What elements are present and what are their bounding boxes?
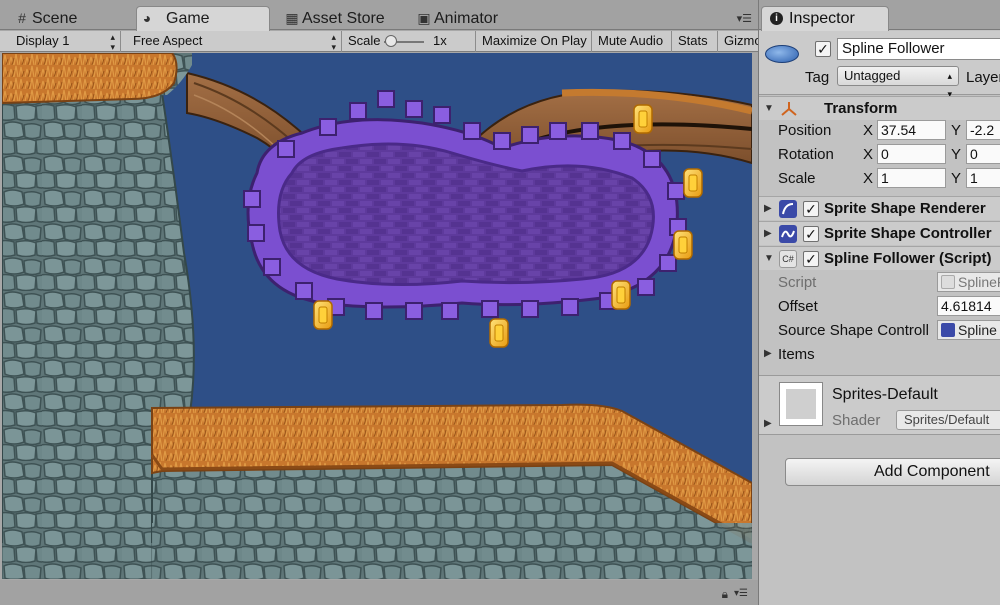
grid-icon: # [18,10,26,26]
info-icon: i [770,12,783,25]
shader-label: Shader [832,412,881,429]
position-x-field[interactable]: 37.54 [877,120,946,140]
expanded-arrow-icon: ▼ [764,253,774,264]
spline-follower-enabled-checkbox[interactable]: ✓ [803,251,819,267]
shader-select[interactable]: Sprites/Default [896,410,1000,430]
collapsed-arrow-icon: ▶ [764,203,772,214]
rotation-y-field[interactable]: 0 [966,144,1000,164]
select-arrows-icon: ▴ ▾ [110,32,115,52]
items-row[interactable]: ▶ Items [759,342,1000,366]
script-row: Script SplineFollower [759,270,1000,294]
scale-y-field[interactable]: 1 [966,168,1000,188]
sprite-shape-controller-icon [779,225,797,243]
source-shape-controller-row: Source Shape Controll Spline [759,318,1000,342]
script-file-icon [941,275,955,289]
sprite-shape-renderer-enabled-checkbox[interactable]: ✓ [803,201,819,217]
maximize-on-play-toggle[interactable]: Maximize On Play [476,31,592,52]
editor-tab-bar: # Scene ◕ Game ▦ Asset Store ▣ Animator … [0,0,758,31]
gameobject-header: ✓ Spline Follower Tag Untagged ▴ ▾ Layer [759,31,1000,99]
csharp-script-icon: C# [779,250,797,268]
gizmos-toggle[interactable]: Gizmos [718,31,758,52]
game-scene [2,53,752,579]
scale-slider-thumb[interactable] [385,35,397,47]
material-section: ▶ Sprites-Default Shader Sprites/Default [759,375,1000,435]
script-field: SplineFollower [937,272,1000,292]
active-checkbox[interactable]: ✓ [815,41,831,57]
select-arrows-icon: ▴ ▾ [331,32,336,52]
tab-game[interactable]: ◕ Game [136,6,270,31]
rotation-row: Rotation X 0 Y 0 [759,142,1000,166]
tab-animator[interactable]: ▣ Animator [414,7,524,30]
collapsed-arrow-icon: ▶ [764,348,772,359]
mute-audio-toggle[interactable]: Mute Audio [592,31,672,52]
scale-x-field[interactable]: 1 [877,168,946,188]
animator-icon: ▣ [417,10,431,26]
expanded-arrow-icon: ▼ [764,103,774,114]
transform-component-header[interactable]: ▼ Transform [759,96,1000,120]
object-name-field[interactable]: Spline Follower [837,38,1000,60]
tag-select[interactable]: Untagged ▴ ▾ [837,66,959,99]
tab-scene[interactable]: # Scene [12,7,130,30]
material-name: Sprites-Default [832,386,938,403]
stats-toggle[interactable]: Stats [672,31,718,52]
sprite-shape-controller-header[interactable]: ▶ ✓ Sprite Shape Controller [759,221,1000,245]
panel-menu-icon[interactable]: ▾☰ [734,588,748,599]
sprite-shape-controller-enabled-checkbox[interactable]: ✓ [803,226,819,242]
tab-inspector[interactable]: i Inspector [761,6,889,31]
store-icon: ▦ [285,10,299,26]
aspect-select[interactable]: Free Aspect ▴ ▾ [121,31,342,52]
game-toolbar: Display 1 ▴ ▾ Free Aspect ▴ ▾ Scale 1x Max… [0,31,758,52]
sprite-shape-controller-icon [941,323,955,337]
game-view-panel: # Scene ◕ Game ▦ Asset Store ▣ Animator … [0,0,758,605]
material-preview [779,382,823,426]
tab-menu-icon[interactable]: ▾☰ [737,12,752,25]
game-viewport[interactable] [2,53,752,579]
lock-icon[interactable]: 🔒︎ [722,587,728,602]
inspector-panel: i Inspector ✓ Spline Follower Tag Untagg… [758,0,1000,605]
source-shape-controller-field[interactable]: Spline [937,320,1000,340]
tab-asset-store[interactable]: ▦ Asset Store [282,7,402,30]
sprite-shape-renderer-icon [779,200,797,218]
tag-label: Tag [805,69,830,86]
offset-row: Offset 4.61814 [759,294,1000,318]
scale-row: Scale X 1 Y 1 [759,166,1000,190]
collapsed-arrow-icon: ▶ [764,228,772,239]
offset-field[interactable]: 4.61814 [937,296,1000,316]
add-component-button[interactable]: Add Component [785,458,1000,486]
transform-icon [779,100,799,118]
game-status-bar: 🔒︎ ▾☰ [0,580,758,605]
rotation-x-field[interactable]: 0 [877,144,946,164]
gameobject-icon[interactable] [765,45,799,63]
pacman-icon: ◕ [142,10,152,26]
sprite-shape-renderer-header[interactable]: ▶ ✓ Sprite Shape Renderer [759,196,1000,220]
display-select[interactable]: Display 1 ▴ ▾ [0,31,121,52]
collapsed-arrow-icon[interactable]: ▶ [764,418,772,429]
position-y-field[interactable]: -2.2 [966,120,1000,140]
spline-follower-script-header[interactable]: ▼ C# ✓ Spline Follower (Script) [759,246,1000,270]
position-row: Position X 37.54 Y -2.2 [759,118,1000,142]
layer-label: Layer [966,69,1000,86]
inspector-tab-bar: i Inspector [759,0,1000,31]
